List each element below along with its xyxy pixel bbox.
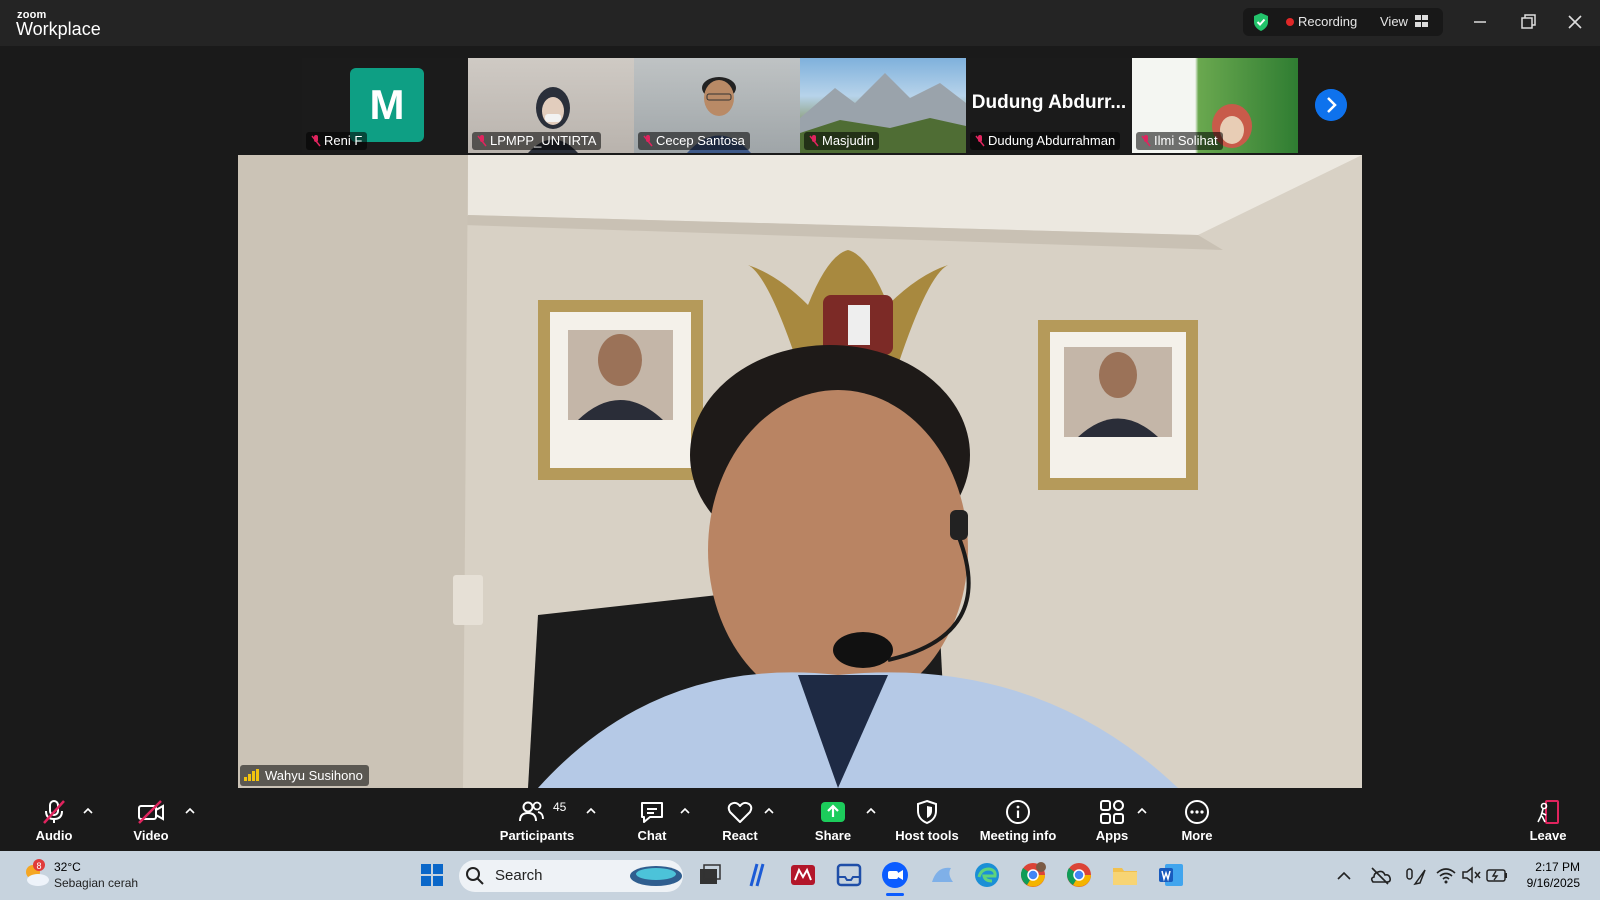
host-tools-button[interactable]: Host tools: [887, 798, 967, 848]
heart-icon: [727, 801, 753, 823]
mic-muted-icon: [477, 135, 487, 147]
speaker-muted-icon[interactable]: [1460, 864, 1482, 886]
participant-tile-masjudin[interactable]: Masjudin: [800, 58, 966, 153]
participant-name-label: Ilmi Solihat: [1136, 132, 1223, 150]
participant-name-label: Cecep Santosa: [638, 132, 750, 150]
participant-name-label: Reni F: [306, 132, 368, 150]
file-explorer-icon[interactable]: [1110, 860, 1140, 890]
mic-muted-icon: [975, 135, 985, 147]
audio-options-caret-icon[interactable]: [82, 806, 94, 816]
leave-door-icon: [1537, 800, 1559, 824]
app-logo-big: Workplace: [16, 19, 101, 39]
onedrive-offline-icon[interactable]: [1368, 864, 1392, 888]
photos-app-icon[interactable]: [927, 860, 957, 890]
participant-tile-ilmi[interactable]: Ilmi Solihat: [1132, 58, 1298, 153]
search-highlight-icon: [630, 866, 682, 886]
minimize-icon[interactable]: [1468, 10, 1492, 34]
share-options-caret-icon[interactable]: [865, 806, 877, 816]
mic-muted-icon: [643, 135, 653, 147]
apps-icon: [1100, 800, 1124, 824]
speaker-video-frame: [238, 155, 1362, 788]
participant-count: 45: [553, 800, 567, 814]
mic-muted-icon: [43, 800, 65, 824]
restore-icon[interactable]: [1516, 10, 1540, 34]
mendeley-app-icon[interactable]: [788, 860, 818, 890]
word-app-icon[interactable]: [1156, 860, 1186, 890]
connection-signal-icon: [244, 769, 259, 781]
weather-description[interactable]: Sebagian cerah: [54, 876, 138, 890]
video-button[interactable]: Video: [111, 798, 191, 848]
weather-icon[interactable]: 8: [20, 858, 52, 890]
mic-muted-icon: [311, 135, 321, 147]
participant-name-label: LPMPP_UNTIRTA: [472, 132, 602, 150]
chat-icon: [641, 802, 663, 823]
chrome-profile-icon[interactable]: [1018, 860, 1048, 890]
recording-dot-icon: [1286, 18, 1294, 26]
encryption-shield-icon[interactable]: [1252, 12, 1270, 32]
participants-icon: [519, 801, 544, 822]
video-options-caret-icon[interactable]: [184, 806, 196, 816]
active-speaker-video[interactable]: [238, 155, 1362, 788]
apps-options-caret-icon[interactable]: [1136, 806, 1148, 816]
show-hidden-icons-chevron-icon[interactable]: [1334, 866, 1354, 886]
inbox-app-icon[interactable]: [834, 860, 864, 890]
weather-temperature[interactable]: 32°C: [54, 860, 81, 874]
chat-options-caret-icon[interactable]: [679, 806, 691, 816]
participants-button[interactable]: 45 Participants: [497, 798, 577, 848]
taskbar-search-label: Search: [495, 867, 543, 884]
participant-name-label: Dudung Abdurrahman: [970, 132, 1121, 150]
taskbar-clock-date[interactable]: 9/16/2025: [1500, 876, 1580, 890]
info-icon: [1006, 800, 1030, 824]
participant-display-name: Dudung Abdurr...: [971, 92, 1127, 113]
participant-name-label: Masjudin: [804, 132, 880, 150]
more-button[interactable]: More: [1157, 798, 1237, 848]
zoom-app-icon[interactable]: [880, 860, 910, 890]
location-mic-icon[interactable]: [1403, 864, 1427, 888]
search-icon: [466, 867, 484, 885]
share-screen-icon: [821, 802, 845, 822]
meeting-info-button[interactable]: Meeting info: [978, 798, 1058, 848]
participants-options-caret-icon[interactable]: [585, 806, 597, 816]
close-icon[interactable]: [1563, 10, 1587, 34]
wifi-icon[interactable]: [1435, 864, 1457, 886]
next-page-chevron-icon[interactable]: [1315, 89, 1347, 121]
taskbar-clock-time[interactable]: 2:17 PM: [1500, 860, 1580, 874]
participant-tile-lpmpp[interactable]: LPMPP_UNTIRTA: [468, 58, 634, 153]
share-button[interactable]: Share: [793, 798, 873, 848]
task-view-icon[interactable]: [695, 860, 725, 890]
chrome-browser-icon[interactable]: [1064, 860, 1094, 890]
participant-tile-cecep[interactable]: Cecep Santosa: [634, 58, 800, 153]
edge-browser-icon[interactable]: [972, 860, 1002, 890]
grid-view-icon[interactable]: [1415, 15, 1428, 27]
participant-tile-reni[interactable]: M Reni F: [302, 58, 468, 153]
slack-like-app-icon[interactable]: [741, 860, 771, 890]
recording-label[interactable]: Recording: [1298, 14, 1357, 29]
more-icon: [1185, 800, 1209, 824]
view-button[interactable]: View: [1380, 14, 1408, 29]
participant-tile-dudung[interactable]: Dudung Abdurr... Dudung Abdurrahman: [966, 58, 1132, 153]
avatar: M: [350, 68, 424, 142]
weather-badge-count: 8: [36, 861, 41, 871]
video-off-icon: [138, 800, 164, 824]
zoom-active-indicator: [886, 893, 904, 896]
mic-muted-icon: [1141, 135, 1151, 147]
leave-button[interactable]: Leave: [1508, 798, 1588, 848]
windows-start-icon[interactable]: [417, 860, 447, 890]
shield-icon: [917, 799, 937, 825]
mic-muted-icon: [809, 135, 819, 147]
react-options-caret-icon[interactable]: [763, 806, 775, 816]
